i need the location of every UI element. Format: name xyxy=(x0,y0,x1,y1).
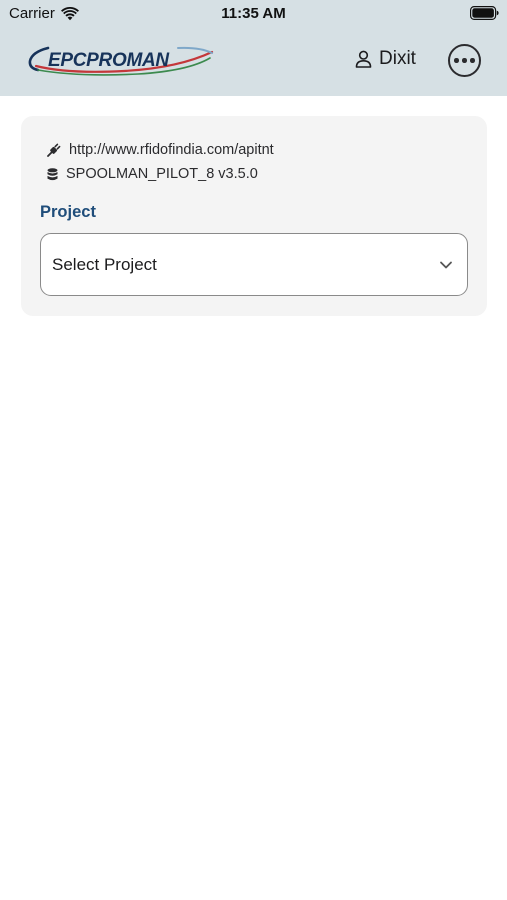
api-url-row: http://www.rfidofindia.com/apitnt xyxy=(47,142,274,158)
app-logo: EPCPROMAN xyxy=(28,44,214,78)
top-bar: Carrier 11:35 AM EPCPROMAN Dixit xyxy=(0,0,507,96)
project-select-value: Select Project xyxy=(52,255,157,274)
status-time: 11:35 AM xyxy=(221,5,286,22)
user-name: Dixit xyxy=(379,48,416,69)
database-row: SPOOLMAN_PILOT_8 v3.5.0 xyxy=(47,166,258,182)
database-text: SPOOLMAN_PILOT_8 v3.5.0 xyxy=(66,166,258,182)
logo-text: EPCPROMAN xyxy=(48,50,169,71)
project-select[interactable]: Select Project xyxy=(40,233,468,296)
database-icon xyxy=(47,167,58,180)
api-url-text: http://www.rfidofindia.com/apitnt xyxy=(69,142,274,158)
user-icon xyxy=(355,50,372,68)
chevron-down-icon xyxy=(440,261,452,269)
more-options-icon-dot xyxy=(462,58,467,63)
status-bar: Carrier 11:35 AM xyxy=(0,0,507,28)
battery-icon xyxy=(470,6,499,20)
user-profile[interactable]: Dixit xyxy=(355,48,416,70)
plug-icon xyxy=(47,143,61,157)
more-options-icon xyxy=(454,58,459,63)
more-options-icon-dot xyxy=(470,58,475,63)
more-options-button[interactable] xyxy=(448,44,481,77)
connection-card: http://www.rfidofindia.com/apitnt SPOOLM… xyxy=(21,116,487,316)
project-label: Project xyxy=(40,203,96,221)
